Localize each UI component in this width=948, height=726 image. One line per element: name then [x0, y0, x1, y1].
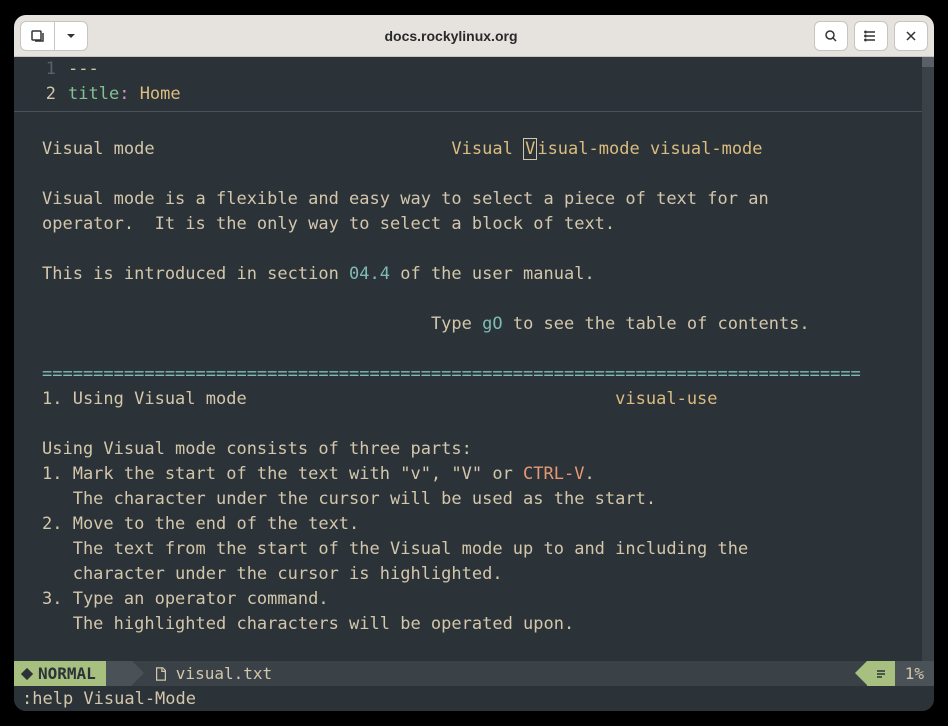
- mode-indicator: NORMAL: [14, 661, 106, 686]
- scrollbar[interactable]: [922, 57, 934, 661]
- file-icon: [154, 667, 168, 681]
- yaml-value: Home: [140, 84, 181, 104]
- help-text: 1. Mark the start of the text with "v", …: [42, 462, 926, 487]
- help-text: The highlighted characters will be opera…: [42, 612, 926, 637]
- yaml-key: title: [68, 84, 119, 104]
- help-tag: visual-mode: [650, 139, 763, 159]
- help-window: Visual mode Visual Visual-mode visual-mo…: [14, 112, 934, 637]
- help-link[interactable]: gO: [482, 314, 502, 334]
- help-text: The character under the cursor will be u…: [42, 487, 926, 512]
- yaml-colon: :: [119, 84, 129, 104]
- status-line: NORMAL visual.txt 1%: [14, 661, 934, 686]
- status-separator: [106, 661, 132, 686]
- titlebar: docs.rockylinux.org: [14, 15, 934, 57]
- help-section-heading-row: 1. Using Visual mode visual-use: [42, 387, 926, 412]
- yaml-front-matter-dash: ---: [68, 59, 99, 79]
- status-filename: visual.txt: [132, 661, 284, 686]
- search-button[interactable]: [814, 21, 848, 51]
- scrollbar-thumb[interactable]: [922, 57, 934, 67]
- scroll-percent: 1%: [895, 661, 934, 686]
- help-tag-cursor: V: [523, 138, 537, 160]
- help-text: Visual mode is a flexible and easy way t…: [42, 187, 926, 212]
- help-text: Type gO to see the table of contents.: [42, 312, 926, 337]
- terminal-window: docs.rockylinux.org 1--- 2title: Home Vi…: [14, 15, 934, 711]
- help-section-title: 1. Using Visual mode: [42, 389, 247, 409]
- command-line[interactable]: :help Visual-Mode: [14, 686, 934, 711]
- editor-top-split: 1--- 2title: Home: [14, 57, 934, 107]
- help-link[interactable]: 04.4: [349, 264, 390, 284]
- status-fill: [284, 661, 867, 686]
- help-text: 2. Move to the end of the text.: [42, 512, 926, 537]
- line-number: 1: [22, 57, 68, 82]
- help-tag: visual-use: [615, 389, 717, 409]
- help-keycode: CTRL-V: [523, 464, 584, 484]
- help-heading: Visual mode: [42, 139, 155, 159]
- help-tag: Visual: [451, 139, 512, 159]
- help-text: operator. It is the only way to select a…: [42, 212, 926, 237]
- dropdown-button[interactable]: [54, 21, 88, 51]
- line-number-current: 2: [22, 82, 68, 107]
- window-title: docs.rockylinux.org: [92, 28, 810, 44]
- help-text: 3. Type an operator command.: [42, 587, 926, 612]
- help-text: Using Visual mode consists of three part…: [42, 437, 926, 462]
- help-tag: isual-mode: [537, 139, 639, 159]
- help-text: The text from the start of the Visual mo…: [42, 537, 926, 562]
- help-text: This is introduced in section 04.4 of th…: [42, 262, 926, 287]
- help-text: character under the cursor is highlighte…: [42, 562, 926, 587]
- menu-button[interactable]: [854, 21, 888, 51]
- help-section-separator: ========================================…: [42, 362, 926, 387]
- help-heading-row: Visual mode Visual Visual-mode visual-mo…: [42, 137, 926, 162]
- new-tab-button[interactable]: [20, 21, 54, 51]
- close-button[interactable]: [894, 21, 928, 51]
- vim-icon: [20, 667, 34, 681]
- position-icon: [867, 661, 895, 686]
- terminal-content[interactable]: 1--- 2title: Home Visual mode Visual Vis…: [14, 57, 934, 661]
